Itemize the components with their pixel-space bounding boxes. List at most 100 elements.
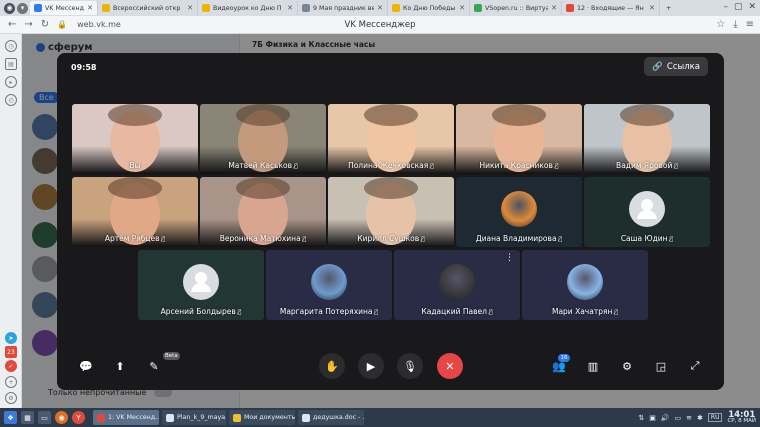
browser-menu-dots-icon[interactable]: ≡ [746, 19, 754, 30]
calendar-icon[interactable]: 23 [5, 346, 17, 358]
participant-video-hair [364, 177, 418, 199]
participant-tile[interactable]: Вы [72, 104, 198, 174]
taskbar-task[interactable]: 1: VK Мессенд... [93, 410, 159, 425]
reload-icon[interactable]: ↻ [41, 19, 49, 30]
clock[interactable]: 14:01 СР, 8 МАЙ [727, 410, 756, 425]
copy-link-button[interactable]: 🔗 Ссылка [644, 57, 708, 76]
battery-icon[interactable]: ▭ [675, 414, 682, 422]
participant-name-label: Арсений Болдырев [160, 307, 236, 316]
clock-icon[interactable]: ◴ [5, 94, 17, 106]
browser-tab-bar: ◉ ▾ VK Мессендж✕Всероссийский откр✕Видео… [0, 0, 760, 16]
participant-tile[interactable]: Вадим Яровой 🎙̸ [584, 104, 710, 174]
participant-tile[interactable]: Мари Хачатрян 🎙̸ [522, 250, 648, 320]
tab-favicon-icon [202, 4, 210, 12]
close-window-icon[interactable]: ✕ [748, 2, 756, 12]
url-field[interactable]: web.vk.me [77, 20, 121, 29]
wifi-icon[interactable]: ≋ [686, 414, 692, 422]
participant-tile[interactable]: Диана Владимирова 🎙̸ [456, 177, 582, 247]
history-icon[interactable]: ◷ [5, 40, 17, 52]
settings-sidebar-icon[interactable]: ⚙ [5, 392, 17, 404]
firefox-icon[interactable]: ◉ [55, 411, 68, 424]
fullscreen-button[interactable]: ⤢ [682, 353, 708, 379]
tab-close-icon[interactable]: ✕ [287, 4, 293, 12]
browser-tab-label: Всероссийский откр [113, 4, 181, 12]
participant-video-hair [108, 104, 162, 126]
tab-close-icon[interactable]: ✕ [649, 4, 655, 12]
layout-button[interactable]: ▥ [580, 353, 606, 379]
tab-favicon-icon [34, 4, 42, 12]
browser-tab[interactable]: Ко Дню Победы. Ви✕ [388, 1, 470, 15]
camera-button[interactable]: ▶ [358, 353, 384, 379]
chat-button[interactable]: 💬 [73, 353, 99, 379]
mic-muted-icon: 🎙̸ [421, 236, 425, 243]
taskbar-task[interactable]: Plan_k_9_maya... [162, 410, 226, 425]
minimize-icon[interactable]: – [723, 2, 728, 12]
browser-menu-icon[interactable]: ◉ [4, 2, 15, 14]
participant-tile[interactable]: Кирилл Сушков 🎙̸ [328, 177, 454, 247]
tab-close-icon[interactable]: ✕ [87, 4, 93, 12]
participant-tile[interactable]: Никита Красников 🎙̸ [456, 104, 582, 174]
participant-tile[interactable]: Матвей Каськов 🎙̸ [200, 104, 326, 174]
browser-tab[interactable]: 12 · Входящие — Ян ✕ [562, 1, 660, 15]
back-icon[interactable]: ← [8, 19, 16, 30]
new-tab-button[interactable]: + [662, 1, 675, 15]
participant-tile[interactable]: Маргарита Потеряхина 🎙̸ [266, 250, 392, 320]
collections-icon[interactable]: ▤ [5, 58, 17, 70]
files-icon[interactable]: ▦ [21, 411, 34, 424]
participant-tile[interactable]: Саша Юдин 🎙̸ [584, 177, 710, 247]
bookmark-icon[interactable]: ☆ [716, 19, 725, 30]
share-screen-button[interactable]: ⬆ [107, 353, 133, 379]
browser-tab[interactable]: Видеоурок ко Дню П ✕ [198, 1, 298, 15]
link-icon: 🔗 [652, 61, 663, 72]
tab-close-icon[interactable]: ✕ [551, 4, 557, 12]
raise-hand-button[interactable]: ✋ [319, 353, 345, 379]
tab-close-icon[interactable]: ✕ [377, 4, 383, 12]
taskbar-task[interactable]: дедушка.doc - ... [298, 410, 364, 425]
add-app-icon[interactable]: + [5, 376, 17, 388]
fullscreen-icon: ⤢ [690, 359, 700, 372]
clipboard-icon[interactable]: ▣ [649, 414, 656, 422]
tab-list-icon[interactable]: ▾ [17, 2, 28, 14]
telegram-icon[interactable]: ➤ [5, 332, 17, 344]
microphone-button[interactable]: 🎙 [397, 353, 423, 379]
minimize-call-button[interactable]: ◲ [648, 353, 674, 379]
bluetooth-icon[interactable]: ✱ [697, 414, 703, 422]
start-menu-icon[interactable]: ❖ [4, 411, 17, 424]
participant-tile[interactable]: Артём Рябцев 🎙̸ [72, 177, 198, 247]
participant-video-hair [492, 104, 546, 126]
forward-icon[interactable]: → [24, 19, 32, 30]
browser-tab[interactable]: VSopen.ru :: Виртуа ✕ [470, 1, 562, 15]
play-icon[interactable]: ▸ [5, 76, 17, 88]
vk-app-icon[interactable]: ✓ [5, 360, 17, 372]
participant-avatar-photo [439, 264, 475, 300]
tab-close-icon[interactable]: ✕ [187, 4, 193, 12]
browser-tab[interactable]: Всероссийский откр ✕ [98, 1, 198, 15]
taskbar-task-label: 1: VK Мессенд... [108, 414, 159, 421]
taskbar-task[interactable]: Мои документы... [229, 410, 295, 425]
maximize-icon[interactable]: ▢ [734, 2, 743, 12]
mic-muted-icon: 🎙̸ [669, 236, 674, 243]
network-icon[interactable]: ⇅ [638, 414, 644, 422]
tab-close-icon[interactable]: ✕ [459, 4, 465, 12]
keyboard-layout[interactable]: RU [707, 413, 723, 422]
browser-tab-label: Ко Дню Победы. Ви [403, 4, 457, 12]
microphone-icon: 🎙 [403, 359, 417, 373]
participant-tile[interactable]: Вероника Матюхина 🎙̸ [200, 177, 326, 247]
participant-name-label: Вероника Матюхина [219, 234, 301, 243]
participant-video-hair [236, 177, 290, 199]
volume-icon[interactable]: 🔊 [661, 414, 670, 422]
desktop-icon[interactable]: ▭ [38, 411, 51, 424]
browser-tab[interactable]: 9 Мая праздник вел ✕ [298, 1, 388, 15]
download-icon[interactable]: ⤓ [733, 19, 737, 30]
participant-tile[interactable]: Арсений Болдырев 🎙̸ [138, 250, 264, 320]
end-call-button[interactable]: ✕ [437, 353, 463, 379]
draw-beta-badge: Beta [163, 352, 180, 360]
participant-video-hair [108, 177, 162, 199]
more-options-icon[interactable]: ⋮ [505, 253, 514, 263]
participant-tile[interactable]: Полина Жечковская 🎙̸ [328, 104, 454, 174]
participant-tile[interactable]: ⋮ Кадацкий Павел 🎙̸ [394, 250, 520, 320]
settings-button[interactable]: ⚙ [614, 353, 640, 379]
browser-tab[interactable]: VK Мессендж✕ [30, 1, 98, 15]
participant-name: Арсений Болдырев 🎙̸ [138, 307, 264, 316]
yandex-browser-icon[interactable]: Y [72, 411, 85, 424]
